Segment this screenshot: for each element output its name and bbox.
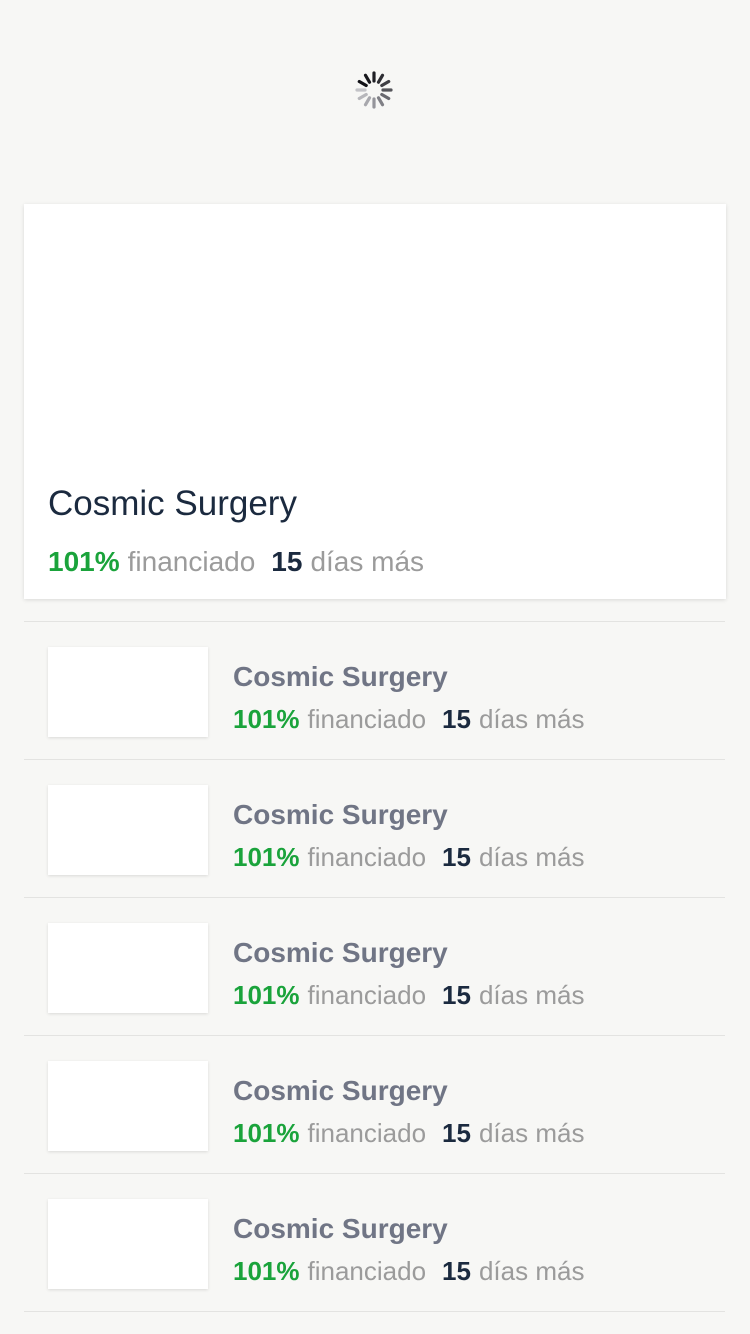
funded-label: financiado <box>307 1118 427 1148</box>
project-thumbnail <box>48 1199 208 1289</box>
days-remaining: 15 <box>442 842 471 872</box>
project-title: Cosmic Surgery <box>233 799 448 830</box>
project-thumbnail <box>48 923 208 1013</box>
days-label: días más <box>478 1256 585 1286</box>
featured-project-stats: 101% financiado 15 días más <box>48 544 424 580</box>
featured-project-image <box>24 204 726 454</box>
days-label: días más <box>310 546 425 577</box>
funded-percent: 101% <box>233 842 300 872</box>
days-label: días más <box>478 842 585 872</box>
project-list-item[interactable]: Cosmic Surgery 101% financiado 15 días más <box>24 621 725 759</box>
funded-label: financiado <box>307 1256 427 1286</box>
funded-percent: 101% <box>233 1256 300 1286</box>
project-stats: 101% financiado 15 días más <box>233 1254 584 1288</box>
funded-label: financiado <box>307 704 427 734</box>
days-label: días más <box>478 704 585 734</box>
days-remaining: 15 <box>271 546 303 577</box>
featured-project-title: Cosmic Surgery <box>48 484 297 523</box>
loading-spinner-icon <box>354 70 394 110</box>
featured-project-card[interactable]: Cosmic Surgery 101% financiado 15 días más <box>24 204 726 599</box>
days-remaining: 15 <box>442 1256 471 1286</box>
project-title: Cosmic Surgery <box>233 661 448 692</box>
project-list-item[interactable]: Cosmic Surgery 101% financiado 15 días más <box>24 897 725 1035</box>
funded-label: financiado <box>307 980 427 1010</box>
funded-percent: 101% <box>233 980 300 1010</box>
days-remaining: 15 <box>442 1118 471 1148</box>
project-thumbnail <box>48 647 208 737</box>
project-stats: 101% financiado 15 días más <box>233 702 584 736</box>
project-thumbnail <box>48 1061 208 1151</box>
funded-percent: 101% <box>233 1118 300 1148</box>
project-list-item[interactable]: Cosmic Surgery 101% financiado 15 días más <box>24 759 725 897</box>
days-label: días más <box>478 980 585 1010</box>
project-list-item[interactable]: Cosmic Surgery 101% financiado 15 días más <box>24 1035 725 1173</box>
project-thumbnail <box>48 785 208 875</box>
project-title: Cosmic Surgery <box>233 937 448 968</box>
funded-label: financiado <box>307 842 427 872</box>
project-title: Cosmic Surgery <box>233 1075 448 1106</box>
project-list-item[interactable]: Cosmic Surgery 101% financiado 15 días más <box>24 1173 725 1312</box>
days-label: días más <box>478 1118 585 1148</box>
project-stats: 101% financiado 15 días más <box>233 1116 584 1150</box>
days-remaining: 15 <box>442 704 471 734</box>
funded-percent: 101% <box>233 704 300 734</box>
project-stats: 101% financiado 15 días más <box>233 840 584 874</box>
funded-label: financiado <box>127 546 256 577</box>
days-remaining: 15 <box>442 980 471 1010</box>
project-list: Cosmic Surgery 101% financiado 15 días más … <box>24 621 725 1312</box>
project-stats: 101% financiado 15 días más <box>233 978 584 1012</box>
discover-page: Cosmic Surgery 101% financiado 15 días más … <box>0 0 750 1334</box>
project-title: Cosmic Surgery <box>233 1213 448 1244</box>
funded-percent: 101% <box>48 546 120 577</box>
